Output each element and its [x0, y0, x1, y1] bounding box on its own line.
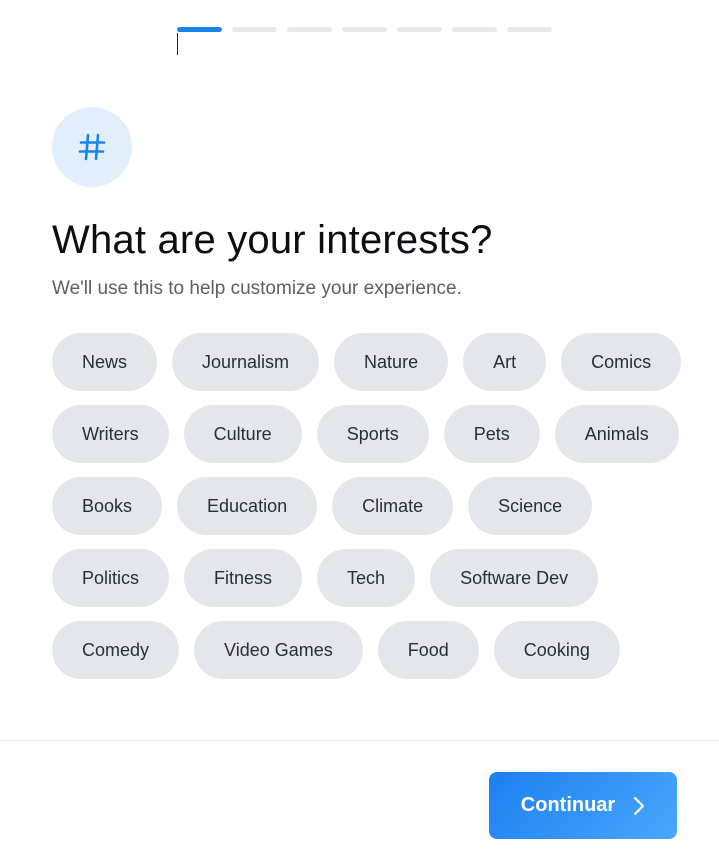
hashtag-icon-badge — [52, 107, 132, 187]
progress-step-1 — [177, 27, 222, 32]
step-progress — [177, 27, 552, 32]
text-cursor — [177, 33, 178, 55]
interest-chip-software-dev[interactable]: Software Dev — [430, 549, 599, 607]
page-title: What are your interests? — [52, 218, 493, 262]
interest-chip-animals[interactable]: Animals — [554, 405, 679, 463]
interest-chip-art[interactable]: Art — [463, 333, 547, 391]
interest-chip-comics[interactable]: Comics — [561, 333, 682, 391]
interest-chip-culture[interactable]: Culture — [183, 405, 302, 463]
interest-chip-comedy[interactable]: Comedy — [52, 621, 180, 679]
progress-step-6 — [452, 27, 497, 32]
interest-chip-nature[interactable]: Nature — [334, 333, 449, 391]
interest-chip-fitness[interactable]: Fitness — [184, 549, 303, 607]
interest-chip-tech[interactable]: Tech — [317, 549, 416, 607]
interest-chip-cooking[interactable]: Cooking — [493, 621, 620, 679]
interest-chip-climate[interactable]: Climate — [332, 477, 454, 535]
progress-step-5 — [397, 27, 442, 32]
onboarding-page: What are your interests? We'll use this … — [0, 0, 719, 852]
interest-chip-news[interactable]: News — [52, 333, 158, 391]
progress-step-4 — [342, 27, 387, 32]
progress-step-3 — [287, 27, 332, 32]
interest-chip-politics[interactable]: Politics — [52, 549, 170, 607]
footer-bar: Continuar — [0, 740, 719, 852]
interest-chip-education[interactable]: Education — [177, 477, 318, 535]
interest-chip-writers[interactable]: Writers — [52, 405, 169, 463]
progress-step-7 — [507, 27, 552, 32]
continue-label: Continuar — [520, 794, 616, 816]
interest-chip-pets[interactable]: Pets — [443, 405, 540, 463]
page-subtitle: We'll use this to help customize your ex… — [52, 278, 462, 299]
interest-chip-journalism[interactable]: Journalism — [172, 333, 320, 391]
hashtag-icon — [78, 133, 106, 161]
interest-chip-video-games[interactable]: Video Games — [194, 621, 363, 679]
interest-chip-science[interactable]: Science — [468, 477, 593, 535]
chevron-right-icon — [634, 796, 645, 815]
interest-chip-sports[interactable]: Sports — [316, 405, 429, 463]
continue-button[interactable]: Continuar — [489, 772, 677, 839]
interest-chip-books[interactable]: Books — [52, 477, 163, 535]
progress-step-2 — [232, 27, 277, 32]
interest-chip-list: News Journalism Nature Art Comics Writers Cult… — [52, 333, 692, 679]
interest-chip-food[interactable]: Food — [377, 621, 479, 679]
